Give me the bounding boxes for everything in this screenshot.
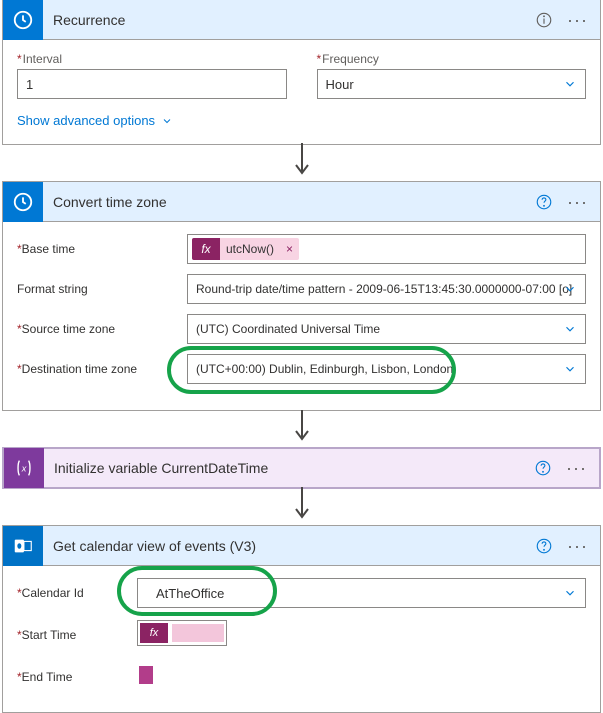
clock-icon	[3, 0, 43, 40]
start-time-input[interactable]: fx	[137, 620, 227, 646]
calendar-header[interactable]: Get calendar view of events (V3) ···	[3, 526, 600, 566]
end-time-input[interactable]	[137, 662, 177, 688]
interval-value: 1	[26, 77, 33, 92]
end-time-label: *End Time	[17, 662, 137, 696]
initvar-header[interactable]: x Initialize variable CurrentDateTime ··…	[3, 448, 600, 488]
frequency-value: Hour	[326, 77, 354, 92]
calendar-id-select[interactable]: AtTheOffice	[137, 578, 586, 608]
calendar-id-label: *Calendar Id	[17, 578, 137, 612]
base-time-label: *Base time	[17, 234, 187, 268]
more-icon[interactable]: ···	[563, 541, 592, 551]
help-icon[interactable]	[535, 193, 553, 211]
interval-label: *Interval	[17, 52, 287, 66]
clock-icon	[3, 182, 43, 222]
chevron-down-icon	[563, 586, 577, 600]
convert-header[interactable]: Convert time zone ···	[3, 182, 600, 222]
convert-body: *Base time fx utcNow() × Format string	[3, 222, 600, 410]
chevron-down-icon	[563, 282, 577, 296]
fx-icon: fx	[140, 623, 168, 643]
source-tz-select[interactable]: (UTC) Coordinated Universal Time	[187, 314, 586, 344]
dest-tz-value: (UTC+00:00) Dublin, Edinburgh, Lisbon, L…	[196, 362, 453, 376]
source-tz-label: *Source time zone	[17, 314, 187, 348]
base-time-input[interactable]: fx utcNow() ×	[187, 234, 586, 264]
connector-arrow	[0, 489, 603, 525]
frequency-label: *Frequency	[317, 52, 587, 66]
recurrence-title: Recurrence	[43, 12, 535, 28]
recurrence-card: Recurrence ··· *Interval 1 *Frequency Ho…	[2, 0, 601, 145]
interval-input[interactable]: 1	[17, 69, 287, 99]
recurrence-body: *Interval 1 *Frequency Hour Show advance…	[3, 40, 600, 144]
format-label: Format string	[17, 274, 187, 308]
chevron-down-icon	[563, 77, 577, 91]
fx-icon: fx	[192, 238, 220, 260]
connector-arrow	[0, 411, 603, 447]
recurrence-header[interactable]: Recurrence ···	[3, 0, 600, 40]
more-icon[interactable]: ···	[562, 463, 591, 473]
calendar-body: *Calendar Id AtTheOffice *Start Time fx	[3, 566, 600, 712]
info-icon[interactable]	[535, 11, 553, 29]
dest-tz-select[interactable]: (UTC+00:00) Dublin, Edinburgh, Lisbon, L…	[187, 354, 586, 384]
format-value: Round-trip date/time pattern - 2009-06-1…	[196, 282, 572, 296]
dest-tz-label: *Destination time zone	[17, 354, 187, 388]
variable-icon: x	[4, 448, 44, 488]
more-icon[interactable]: ···	[563, 15, 592, 25]
source-tz-value: (UTC) Coordinated Universal Time	[196, 322, 380, 336]
connector-arrow	[0, 145, 603, 181]
token-remove-icon[interactable]: ×	[280, 242, 299, 256]
convert-card: Convert time zone ··· *Base time fx utcN…	[2, 181, 601, 411]
help-icon[interactable]	[534, 459, 552, 477]
initvar-title: Initialize variable CurrentDateTime	[44, 460, 534, 476]
show-advanced-link[interactable]: Show advanced options	[17, 113, 586, 128]
frequency-select[interactable]: Hour	[317, 69, 587, 99]
calendar-title: Get calendar view of events (V3)	[43, 538, 535, 554]
format-select[interactable]: Round-trip date/time pattern - 2009-06-1…	[187, 274, 586, 304]
chevron-down-icon	[563, 322, 577, 336]
outlook-icon	[3, 526, 43, 566]
calendar-id-value: AtTheOffice	[146, 586, 224, 601]
chevron-down-icon	[563, 362, 577, 376]
help-icon[interactable]	[535, 537, 553, 555]
calendar-card: Get calendar view of events (V3) ··· *Ca…	[2, 525, 601, 713]
start-time-label: *Start Time	[17, 620, 137, 654]
svg-text:x: x	[21, 464, 27, 474]
convert-title: Convert time zone	[43, 194, 535, 210]
fx-token[interactable]: fx utcNow() ×	[192, 238, 299, 260]
fx-token-text: utcNow()	[220, 242, 280, 256]
more-icon[interactable]: ···	[563, 197, 592, 207]
initvar-card: x Initialize variable CurrentDateTime ··…	[2, 447, 601, 489]
